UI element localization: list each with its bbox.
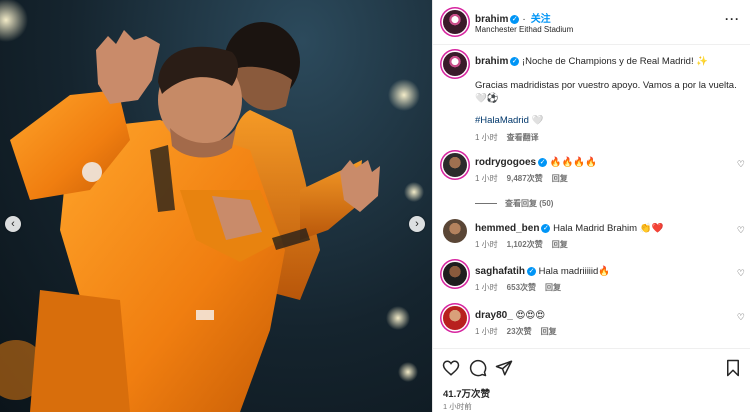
commenter-username[interactable]: hemmed_ben xyxy=(475,223,539,234)
caption-author-avatar[interactable] xyxy=(443,52,467,76)
comment-time: 1 小时 xyxy=(475,283,498,292)
commenter-avatar[interactable] xyxy=(443,306,467,330)
comment-icon[interactable] xyxy=(469,359,487,377)
caption-line-2: Gracias madridistas por vuestro apoyo. V… xyxy=(475,80,737,104)
reply-button[interactable]: 回复 xyxy=(552,174,568,183)
author-avatar[interactable] xyxy=(443,10,467,34)
heart-icon[interactable]: ♡ xyxy=(737,268,745,279)
comment-time: 1 小时 xyxy=(475,240,498,249)
verified-icon: ✓ xyxy=(527,266,537,276)
post-header: brahim ✓ · 关注 Manchester Eithad Stadium ··· xyxy=(433,0,750,45)
follow-button[interactable]: 关注 xyxy=(531,14,551,25)
comment-likes[interactable]: 653次赞 xyxy=(507,283,536,292)
comment-likes[interactable]: 23次赞 xyxy=(507,327,532,336)
caption-hashtag[interactable]: #HalaMadrid 🤍 xyxy=(475,115,543,126)
more-icon[interactable]: ··· xyxy=(725,12,740,26)
commenter-avatar[interactable] xyxy=(443,219,467,243)
comment-item: saghafatih ✓ Hala madriiiiid🔥 1 小时 653次赞 回复… xyxy=(433,262,750,302)
view-replies-label: 查看回复 (50) xyxy=(505,199,554,208)
comment-text: 🔥🔥🔥🔥 xyxy=(549,157,598,168)
comment-text: Hala madriiiiid🔥 xyxy=(538,266,611,277)
post-actions: 41.7万次赞 1 小时前 xyxy=(433,348,750,413)
replies-line xyxy=(475,203,497,205)
heart-icon[interactable]: ♡ xyxy=(737,225,745,236)
chevron-left-icon[interactable]: ‹ xyxy=(5,216,21,232)
post-location[interactable]: Manchester Eithad Stadium xyxy=(475,25,573,34)
separator-dot: · xyxy=(522,14,526,25)
comment-item: dray80_ 😍😍😍 1 小时 23次赞 回复 ♡ xyxy=(433,306,750,346)
caption-text: ¡Noche de Champions y de Real Madrid! ✨ xyxy=(521,56,709,67)
caption-username[interactable]: brahim xyxy=(475,56,508,67)
commenter-username[interactable]: dray80_ xyxy=(475,310,513,321)
verified-icon: ✓ xyxy=(510,56,520,66)
commenter-username[interactable]: saghafatih xyxy=(475,266,525,277)
commenter-avatar[interactable] xyxy=(443,153,467,177)
heart-icon[interactable]: ♡ xyxy=(737,312,745,323)
post-time: 1 小时前 xyxy=(443,402,472,411)
verified-icon: ✓ xyxy=(510,14,520,24)
reply-button[interactable]: 回复 xyxy=(541,327,557,336)
verified-icon: ✓ xyxy=(541,223,551,233)
reply-button[interactable]: 回复 xyxy=(552,240,568,249)
comment-time: 1 小时 xyxy=(475,327,498,336)
reply-button[interactable]: 回复 xyxy=(545,283,561,292)
caption-meta: 1 小时 查看翻译 xyxy=(475,132,548,143)
heart-icon[interactable] xyxy=(442,359,460,377)
post-photo[interactable]: ‹ › xyxy=(0,0,432,412)
comment-text: Hala Madrid Brahim 👏❤️ xyxy=(553,223,664,234)
view-replies-button[interactable]: 查看回复 (50) xyxy=(475,198,553,209)
chevron-right-icon[interactable]: › xyxy=(409,216,425,232)
commenter-username[interactable]: rodrygogoes xyxy=(475,157,536,168)
instagram-post: ‹ › brahim ✓ · 关注 Manchester Eithad Stadium… xyxy=(0,0,750,412)
bookmark-icon[interactable] xyxy=(724,359,742,377)
likes-count[interactable]: 41.7万次赞 xyxy=(443,386,490,400)
comment-likes[interactable]: 1,102次赞 xyxy=(507,240,543,249)
comment-likes[interactable]: 9,487次赞 xyxy=(507,174,543,183)
verified-icon: ✓ xyxy=(538,157,548,167)
share-icon[interactable] xyxy=(495,359,513,377)
commenter-avatar[interactable] xyxy=(443,262,467,286)
players-celebrating-illustration xyxy=(0,0,424,412)
comment-item: rodrygogoes ✓ 🔥🔥🔥🔥 1 小时 9,487次赞 回复 ♡ xyxy=(433,153,750,193)
author-username[interactable]: brahim xyxy=(475,14,508,25)
caption-time: 1 小时 xyxy=(475,133,498,142)
caption-line-1: brahim ✓ ¡Noche de Champions y de Real Ma… xyxy=(475,55,735,68)
comment-item: hemmed_ben ✓ Hala Madrid Brahim 👏❤️ 1 小时 1… xyxy=(433,219,750,259)
comment-text: 😍😍😍 xyxy=(515,310,546,321)
translate-button[interactable]: 查看翻译 xyxy=(507,133,539,142)
comment-time: 1 小时 xyxy=(475,174,498,183)
heart-icon[interactable]: ♡ xyxy=(737,159,745,170)
post-sidebar: brahim ✓ · 关注 Manchester Eithad Stadium ···… xyxy=(432,0,750,412)
